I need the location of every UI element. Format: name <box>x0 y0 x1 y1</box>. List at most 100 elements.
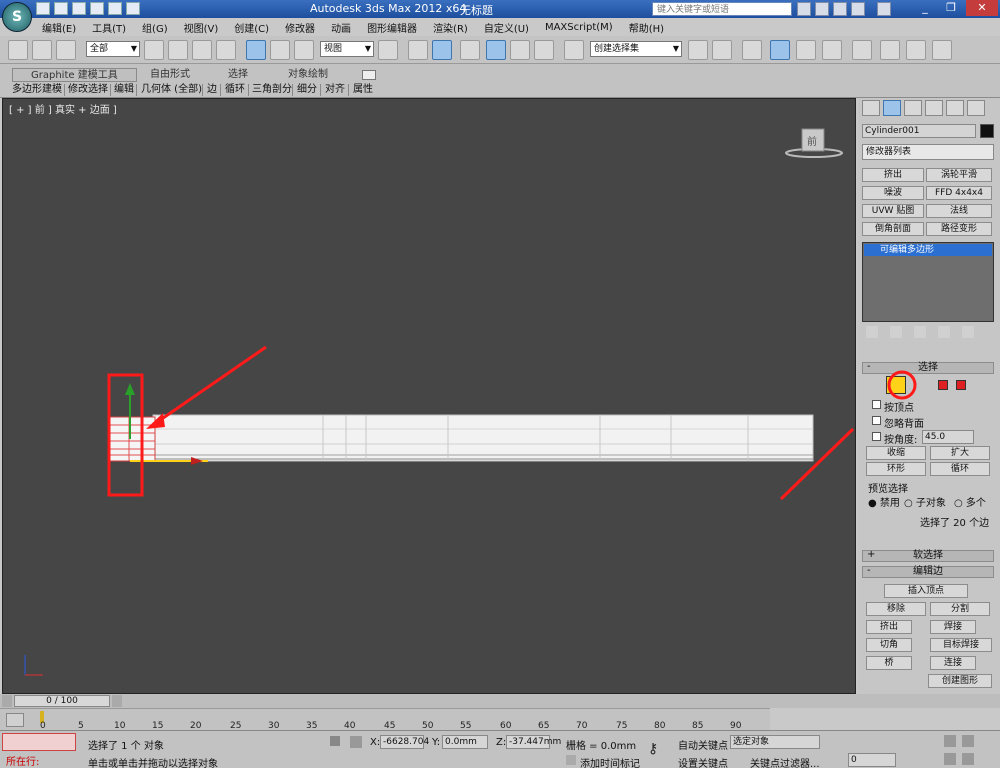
by-angle-checkbox[interactable] <box>872 432 881 441</box>
path-deform-mod-button[interactable]: 路径变形 <box>926 222 992 236</box>
pivot-center-icon[interactable] <box>378 40 398 60</box>
key-filters-button[interactable]: 关键点过滤器... <box>750 755 820 768</box>
subtab-align[interactable]: 对齐 <box>325 83 345 97</box>
ring-button[interactable]: 环形 <box>866 462 926 476</box>
new-file-icon[interactable] <box>36 2 50 15</box>
create-tab-icon[interactable] <box>862 100 880 116</box>
insert-vertex-button[interactable]: 插入顶点 <box>884 584 968 598</box>
absolute-mode-icon[interactable] <box>350 736 362 748</box>
selection-filter-dropdown[interactable]: 全部 <box>86 41 140 57</box>
make-unique-icon[interactable] <box>914 326 926 338</box>
reference-coord-dropdown[interactable]: 视图 <box>320 41 374 57</box>
soft-selection-rollout-header[interactable]: + 软选择 <box>862 550 994 562</box>
menu-animation[interactable]: 动画 <box>323 20 359 35</box>
spinner-snap-icon[interactable] <box>534 40 554 60</box>
element-subobject-icon[interactable] <box>956 380 966 390</box>
modifier-list-dropdown[interactable]: 修改器列表 <box>862 144 994 160</box>
time-slider[interactable]: 0 / 100 <box>0 694 1000 708</box>
save-file-icon[interactable] <box>72 2 86 15</box>
select-by-name-icon[interactable] <box>168 40 188 60</box>
menu-create[interactable]: 创建(C) <box>226 20 277 35</box>
menu-help[interactable]: 帮助(H) <box>621 20 672 35</box>
motion-tab-icon[interactable] <box>925 100 943 116</box>
add-time-tag-label[interactable]: 添加时间标记 <box>580 755 640 768</box>
redo-icon[interactable] <box>108 2 122 15</box>
frame-counter[interactable]: 0 / 100 <box>14 695 110 707</box>
maxscript-listener[interactable] <box>2 733 76 751</box>
ribbon-options-icon[interactable] <box>362 70 376 80</box>
ignore-backfacing-checkbox[interactable] <box>872 416 881 425</box>
show-end-result-icon[interactable] <box>890 326 902 338</box>
cylinder-object[interactable] <box>108 414 814 462</box>
percent-snap-icon[interactable] <box>510 40 530 60</box>
chamfer-button[interactable]: 切角 <box>866 638 912 652</box>
remove-modifier-icon[interactable] <box>938 326 950 338</box>
schematic-view-icon[interactable] <box>822 40 842 60</box>
utilities-tab-icon[interactable] <box>967 100 985 116</box>
zoom-all-icon[interactable] <box>962 735 974 747</box>
auto-key-button[interactable]: 自动关键点 <box>678 737 728 752</box>
restore-button[interactable]: ❐ <box>940 0 962 16</box>
move-icon[interactable] <box>246 40 266 60</box>
key-icon[interactable] <box>815 2 829 16</box>
link-icon[interactable] <box>8 40 28 60</box>
pin-stack-icon[interactable] <box>866 326 878 338</box>
render-production-icon[interactable] <box>932 40 952 60</box>
keyboard-shortcut-icon[interactable] <box>432 40 452 60</box>
add-time-tag-icon[interactable] <box>566 755 576 765</box>
noise-mod-button[interactable]: 噪波 <box>862 186 924 200</box>
layer-manager-icon[interactable] <box>742 40 762 60</box>
connect-button[interactable]: 连接 <box>930 656 976 670</box>
orbit-icon[interactable] <box>962 753 974 765</box>
bind-spacewarp-icon[interactable] <box>56 40 76 60</box>
remove-button[interactable]: 移除 <box>866 602 926 616</box>
mini-curve-editor-icon[interactable] <box>6 713 24 727</box>
subtab-edges[interactable]: 边 <box>207 83 217 97</box>
time-prev-icon[interactable] <box>2 695 12 707</box>
material-editor-icon[interactable] <box>852 40 872 60</box>
preview-multiple-radio[interactable]: ○ 多个 <box>954 494 986 509</box>
front-viewport[interactable]: [ + ] 前 ] 真实 + 边面 ] 前 <box>2 98 856 694</box>
lock-selection-icon[interactable] <box>330 736 340 746</box>
menu-customize[interactable]: 自定义(U) <box>476 20 537 35</box>
favorites-icon[interactable] <box>851 2 865 16</box>
menu-maxscript[interactable]: MAXScript(M) <box>537 22 621 33</box>
graphite-toggle-icon[interactable] <box>770 40 790 60</box>
x-coordinate-field[interactable]: -6628.704 <box>380 735 429 749</box>
bridge-button[interactable]: 桥 <box>866 656 912 670</box>
subtab-geometry-all[interactable]: 几何体 (全部) <box>141 83 202 97</box>
align-icon[interactable] <box>712 40 732 60</box>
menu-modifiers[interactable]: 修改器 <box>277 20 323 35</box>
named-selection-dropdown[interactable]: 创建选择集 <box>590 41 682 57</box>
tab-freeform[interactable]: 自由形式 <box>150 68 190 82</box>
zoom-icon[interactable] <box>944 735 956 747</box>
tab-graphite-modeling[interactable]: Graphite 建模工具 <box>12 68 137 82</box>
angle-spinner[interactable]: 45.0 <box>922 430 974 444</box>
help-icon[interactable] <box>877 2 891 16</box>
by-vertex-checkbox[interactable] <box>872 400 881 409</box>
bevel-profile-mod-button[interactable]: 倒角剖面 <box>862 222 924 236</box>
select-manipulate-icon[interactable] <box>408 40 428 60</box>
window-crossing-icon[interactable] <box>216 40 236 60</box>
set-key-icon[interactable]: ⚷ <box>648 741 670 757</box>
menu-rendering[interactable]: 渲染(R) <box>425 20 476 35</box>
modify-tab-icon[interactable] <box>883 100 901 116</box>
create-shape-button[interactable]: 创建图形 <box>928 674 992 688</box>
project-folder-icon[interactable] <box>126 2 140 15</box>
subtab-tris[interactable]: 三角剖分 <box>252 83 292 97</box>
loop-button[interactable]: 循环 <box>930 462 990 476</box>
menu-tools[interactable]: 工具(T) <box>84 20 134 35</box>
extrude-button[interactable]: 挤出 <box>866 620 912 634</box>
tab-object-paint[interactable]: 对象绘制 <box>288 68 328 82</box>
binoculars-icon[interactable] <box>797 2 811 16</box>
subtab-edit[interactable]: 编辑 <box>114 83 134 97</box>
shrink-button[interactable]: 收缩 <box>866 446 926 460</box>
render-setup-icon[interactable] <box>880 40 900 60</box>
set-key-button[interactable]: 设置关键点 <box>678 755 728 768</box>
key-mode-dropdown[interactable]: 选定对象 <box>730 735 820 749</box>
mirror-icon[interactable] <box>688 40 708 60</box>
menu-views[interactable]: 视图(V) <box>176 20 227 35</box>
grow-button[interactable]: 扩大 <box>930 446 990 460</box>
application-button[interactable]: S <box>2 2 32 32</box>
snap-toggle-icon[interactable] <box>460 40 480 60</box>
